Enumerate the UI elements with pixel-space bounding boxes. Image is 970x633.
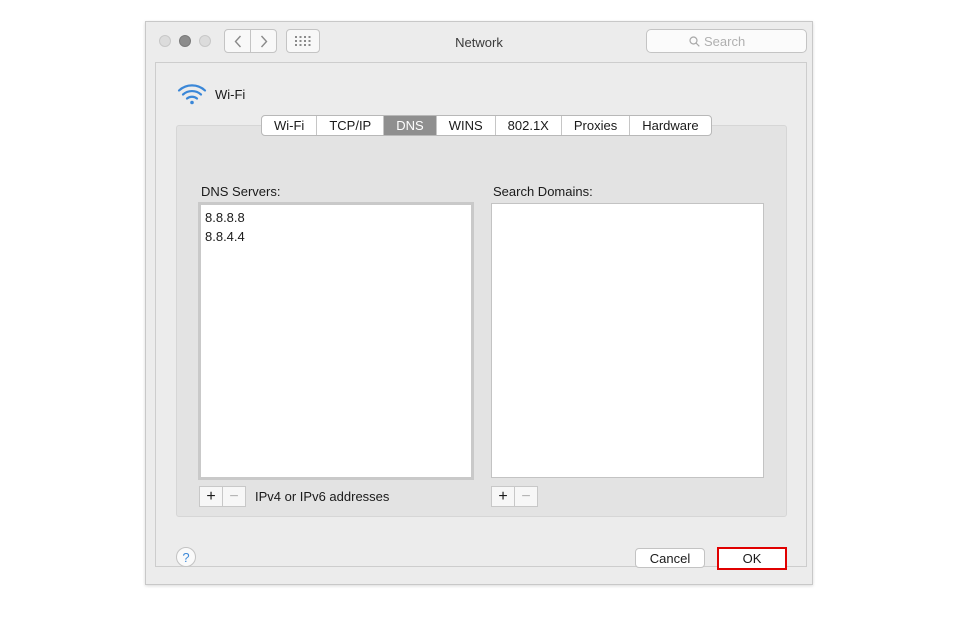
dns-hint-text: IPv4 or IPv6 addresses [255, 489, 390, 504]
settings-tabs: Wi-Fi TCP/IP DNS WINS 802.1X Proxies Har… [261, 115, 712, 136]
search-domains-label: Search Domains: [493, 184, 593, 199]
dns-servers-label: DNS Servers: [201, 184, 281, 199]
network-window: Network Wi-Fi Wi-Fi TCP/IP DNS WINS 802.… [145, 21, 813, 585]
add-dns-server-button[interactable]: + [200, 487, 222, 506]
search-input[interactable] [704, 33, 764, 49]
tab-hardware[interactable]: Hardware [629, 116, 710, 135]
tab-wins[interactable]: WINS [435, 116, 495, 135]
tab-tcpip[interactable]: TCP/IP [316, 116, 383, 135]
title-bar: Network [146, 22, 812, 62]
search-icon [689, 35, 700, 47]
tab-8021x[interactable]: 802.1X [494, 116, 561, 135]
dns-server-row[interactable]: 8.8.8.8 [205, 208, 467, 227]
help-button[interactable]: ? [176, 547, 196, 567]
advanced-settings-sheet: Wi-Fi Wi-Fi TCP/IP DNS WINS 802.1X Proxi… [155, 62, 807, 570]
interface-name: Wi-Fi [215, 86, 246, 102]
remove-search-domain-button[interactable]: − [514, 487, 537, 506]
domain-add-remove-controls: + − [491, 486, 538, 507]
interface-header: Wi-Fi [177, 83, 245, 105]
dns-servers-list[interactable]: 8.8.8.8 8.8.4.4 [198, 202, 474, 480]
tab-proxies[interactable]: Proxies [560, 116, 629, 135]
tab-wifi[interactable]: Wi-Fi [262, 116, 316, 135]
tab-dns[interactable]: DNS [383, 116, 436, 135]
search-domains-list[interactable] [491, 203, 764, 478]
wifi-icon [177, 84, 207, 105]
cancel-button[interactable]: Cancel [635, 548, 705, 568]
remove-dns-server-button[interactable]: − [222, 487, 245, 506]
dns-add-remove-controls: + − [199, 486, 246, 507]
add-search-domain-button[interactable]: + [492, 487, 514, 506]
dns-server-row[interactable]: 8.8.4.4 [205, 227, 467, 246]
search-field[interactable] [646, 29, 807, 53]
ok-button[interactable]: OK [717, 547, 787, 570]
